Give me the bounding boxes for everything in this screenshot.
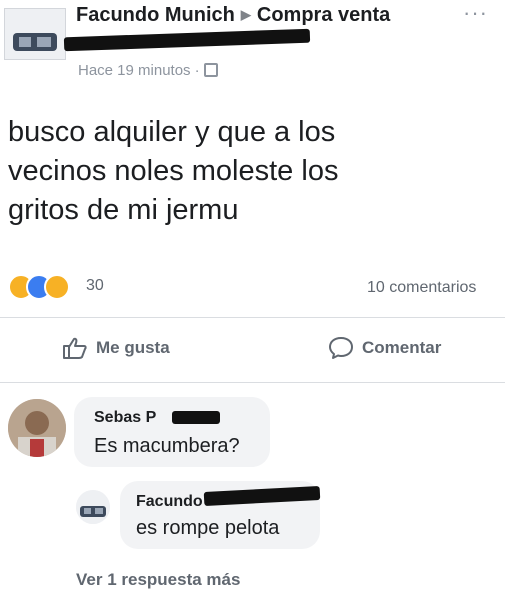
post-header-title: Facundo Munich ▶ Compra venta bbox=[76, 4, 390, 27]
post-timestamp[interactable]: Hace 19 minutos bbox=[78, 62, 191, 79]
reply-author-avatar[interactable] bbox=[76, 490, 110, 524]
comments-count[interactable]: 10 comentarios bbox=[367, 279, 476, 297]
redaction-bar bbox=[172, 411, 220, 424]
redaction-bar bbox=[63, 28, 311, 52]
comment-bubble-icon bbox=[329, 337, 353, 359]
comment-button[interactable]: Comentar bbox=[328, 336, 441, 360]
post-text-line: gritos de mi jermu bbox=[8, 194, 239, 226]
separator: · bbox=[194, 62, 200, 79]
reply-bubble[interactable]: Facundo es rompe pelota bbox=[120, 481, 321, 549]
thumbs-up-icon bbox=[63, 337, 87, 359]
reply-text: es rompe pelota bbox=[136, 517, 280, 539]
arrow-right-icon: ▶ bbox=[240, 7, 251, 22]
comment-label: Comentar bbox=[362, 338, 442, 357]
author-avatar[interactable] bbox=[4, 8, 66, 60]
reaction-count[interactable]: 30 bbox=[86, 277, 104, 295]
more-options-icon[interactable]: ··· bbox=[463, 0, 488, 26]
post-text-line: vecinos noles moleste los bbox=[8, 155, 339, 187]
comment-text: Es macumbera? bbox=[94, 435, 240, 457]
post-text-line: busco alquiler y que a los bbox=[8, 116, 336, 148]
comment-bubble[interactable]: Sebas P Es macumbera? bbox=[74, 397, 270, 467]
author-name[interactable]: Facundo Munich bbox=[76, 4, 235, 26]
redaction-bar bbox=[203, 485, 321, 507]
reply-author[interactable]: Facundo bbox=[136, 493, 203, 511]
post-timestamp-row: Hace 19 minutos · bbox=[78, 62, 218, 79]
divider bbox=[0, 382, 505, 383]
like-label: Me gusta bbox=[96, 338, 170, 357]
comment-author[interactable]: Sebas P bbox=[94, 409, 156, 427]
view-more-replies-link[interactable]: Ver 1 respuesta más bbox=[76, 570, 240, 590]
group-name[interactable]: Compra venta bbox=[257, 4, 390, 26]
audience-icon[interactable] bbox=[203, 63, 218, 77]
divider bbox=[0, 317, 505, 318]
like-button[interactable]: Me gusta bbox=[62, 336, 170, 360]
wow-icon bbox=[44, 274, 70, 300]
post-text: busco alquiler y que a los vecinos noles… bbox=[8, 113, 488, 230]
commenter-avatar[interactable] bbox=[8, 399, 66, 457]
